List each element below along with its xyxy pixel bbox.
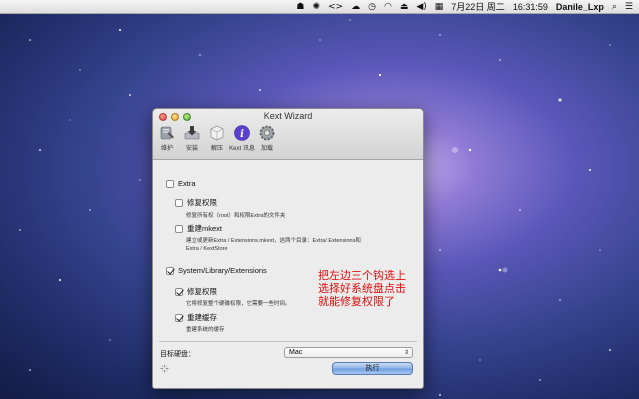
menubar-date[interactable]: 7月22日 周二 (451, 0, 505, 14)
divider (159, 341, 417, 342)
cloud-icon[interactable]: ☁ (351, 0, 360, 14)
sle-repair-option[interactable]: 修复权限 (175, 286, 217, 297)
package-icon (210, 125, 224, 141)
user-icon[interactable]: ☗ (296, 0, 304, 14)
toolbar-unpack-button[interactable]: 解压 (206, 124, 228, 152)
sle-cache-option[interactable]: 重建缓存 (175, 312, 217, 323)
toolbar-load-button[interactable]: 加载 (256, 124, 278, 152)
sle-checkbox[interactable] (166, 266, 174, 275)
gear-icon[interactable]: ✺ (312, 0, 320, 14)
extra-repair-option[interactable]: 修复权限 (175, 197, 217, 208)
extra-repair-label: 修复权限 (187, 198, 217, 207)
menu-bar: ☗ ✺ <> ☁ ◷ ◠ ⏏ ◀) ▦ 7月22日 周二 16:31:59 Da… (0, 0, 639, 14)
extra-mkext-desc-line1: 建立或更新Extra / Extensions.mkext，这两个目录：Extr… (186, 238, 361, 244)
extra-repair-desc: 修复所有权（root）和权限Extra的文件夹 (186, 213, 286, 219)
target-disk-value: Mac (289, 349, 303, 356)
toolbar-label: 加载 (260, 146, 273, 152)
extra-mkext-label: 重建mkext (187, 224, 223, 233)
kext-wizard-window: Kext Wizard 维护 安装 解压 i Kext 讯息 加载 Extra … (152, 108, 424, 389)
toolbar: 维护 安装 解压 i Kext 讯息 加载 (156, 124, 278, 152)
menubar-user[interactable]: Danile_Lxp (556, 0, 604, 14)
notification-center-icon[interactable]: ☰ (625, 0, 633, 14)
toolbar-install-button[interactable]: 安装 (181, 124, 203, 152)
wrench-icon (160, 126, 174, 140)
target-disk-select[interactable]: Mac ⇕ (284, 347, 413, 358)
history-icon[interactable]: ◷ (368, 0, 376, 14)
sle-cache-checkbox[interactable] (175, 313, 183, 322)
toolbar-label: Kext 讯息 (229, 146, 255, 152)
sle-repair-checkbox[interactable] (175, 287, 183, 296)
toolbar-label: 维护 (160, 146, 173, 152)
target-disk-label: 目标硬盘： (160, 351, 195, 358)
info-icon: i (234, 125, 250, 141)
title-bar: Kext Wizard 维护 安装 解压 i Kext 讯息 加载 (153, 109, 423, 160)
spotlight-search-icon[interactable]: ⌕ (612, 0, 617, 14)
annotation-text: 把左边三个钩选上 选择好系统盘点击 就能修复权限了 (318, 269, 406, 308)
menubar-time[interactable]: 16:31:59 (513, 0, 548, 14)
extra-label: Extra (178, 179, 196, 188)
toolbar-label: 安装 (185, 146, 198, 152)
toolbar-kextinfo-button[interactable]: i Kext 讯息 (229, 124, 255, 152)
spinner-icon (160, 364, 169, 373)
toolbar-label: 解压 (210, 146, 223, 152)
extra-repair-checkbox[interactable] (175, 198, 183, 207)
wifi-icon[interactable]: ◠ (384, 0, 392, 14)
extra-option[interactable]: Extra (166, 179, 196, 188)
input-menu-icon[interactable]: ▦ (435, 0, 444, 14)
gear-icon (259, 125, 275, 141)
sle-cache-label: 重建缓存 (187, 313, 217, 322)
sle-cache-desc: 重建系统的缓存 (186, 327, 225, 333)
sle-label: System/Library/Extensions (178, 266, 267, 275)
run-button[interactable]: 执行 (332, 362, 413, 375)
sle-repair-desc: 它将修复整个硬碟权限，它需要一些时间。 (186, 301, 291, 307)
select-arrows-icon: ⇕ (403, 349, 409, 356)
extra-mkext-checkbox[interactable] (175, 224, 183, 233)
download-icon (184, 126, 200, 140)
extra-mkext-desc-line2: Extra / KextStore (186, 246, 228, 252)
svg-text:i: i (240, 129, 244, 140)
sle-repair-label: 修复权限 (187, 287, 217, 296)
code-icon[interactable]: <> (328, 0, 343, 14)
sle-option[interactable]: System/Library/Extensions (166, 266, 267, 275)
volume-icon[interactable]: ◀) (416, 0, 426, 14)
extra-checkbox[interactable] (166, 179, 174, 188)
extra-mkext-option[interactable]: 重建mkext (175, 223, 222, 234)
eject-icon[interactable]: ⏏ (400, 0, 409, 14)
window-title: Kext Wizard (263, 111, 313, 121)
toolbar-maintain-button[interactable]: 维护 (156, 124, 178, 152)
